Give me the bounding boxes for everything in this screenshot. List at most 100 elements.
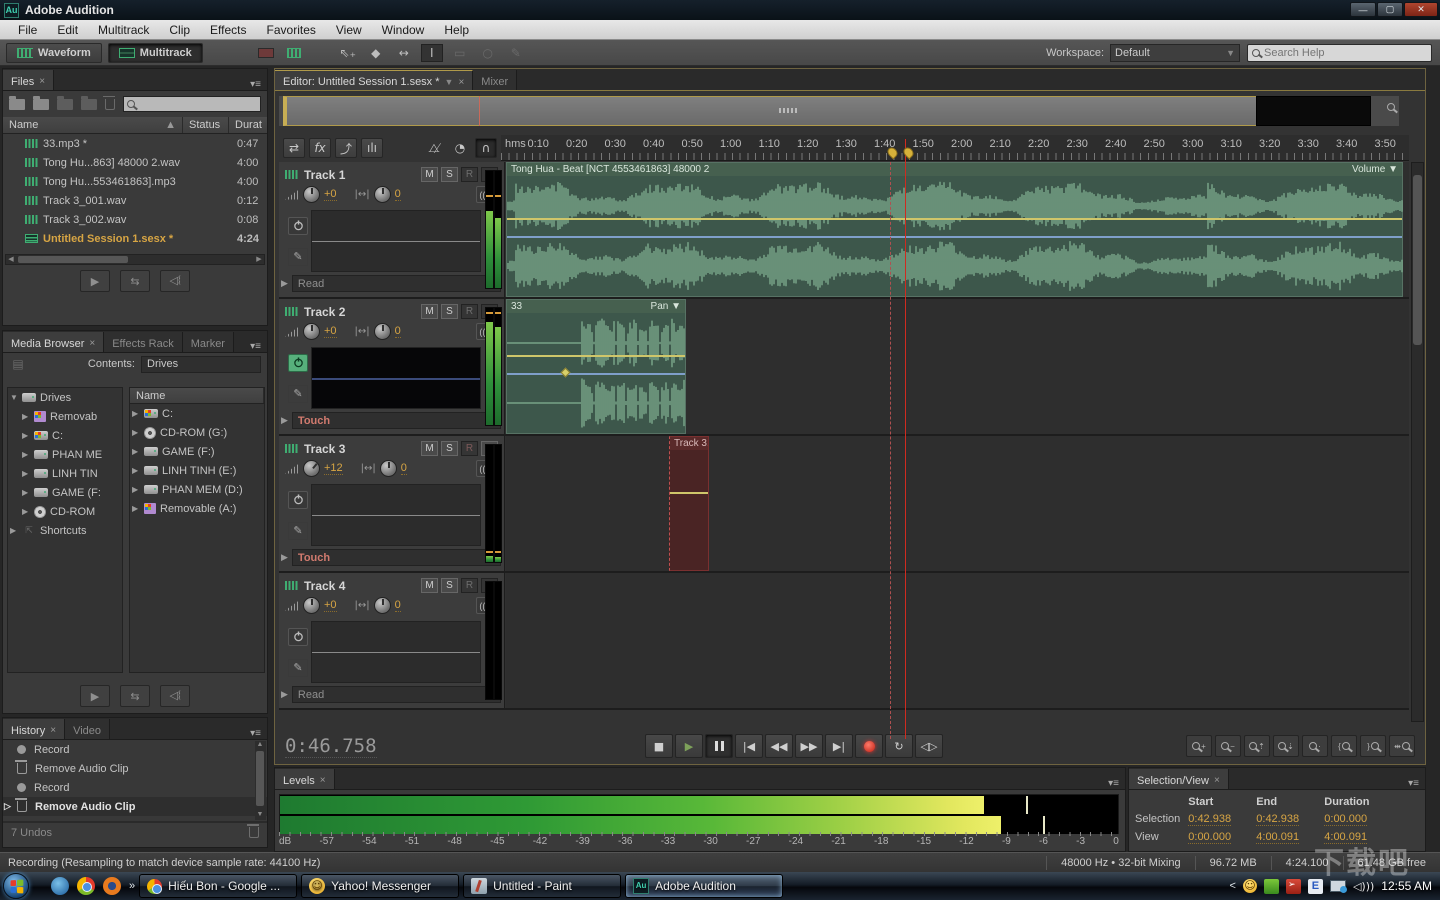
volume-value[interactable]: +0 [324, 599, 337, 612]
pencil-icon[interactable]: ✎ [288, 659, 308, 677]
file-row[interactable]: Tong Hu...553461863].mp34:00 [3, 172, 267, 191]
zoom-to-in-point-button[interactable]: { [1331, 735, 1357, 757]
spectral-display-button[interactable] [255, 44, 277, 62]
pencil-icon[interactable]: ✎ [288, 385, 308, 403]
tab-levels[interactable]: Levels× [275, 769, 335, 789]
timecode-display[interactable]: 0:46.758 [285, 735, 377, 758]
keyboard-icon[interactable]: ▤ [9, 355, 27, 373]
files-column-header[interactable]: Name ▲ Status Durat [3, 117, 267, 134]
volume-knob[interactable] [303, 460, 320, 477]
move-tool-button[interactable]: ⇖₊ [337, 44, 359, 62]
list-item[interactable]: ▶LINH TINH (E:) [130, 461, 264, 480]
files-search-field[interactable] [123, 96, 261, 112]
selection-duration-value[interactable]: 0:00.000 [1324, 810, 1392, 828]
record-arm-button[interactable]: R [461, 167, 478, 182]
search-help-input[interactable] [1264, 47, 1414, 59]
zoom-navigator[interactable] [279, 96, 1399, 126]
snap-magnet-icon[interactable]: ∩ [475, 138, 497, 158]
file-row[interactable]: Track 3_002.wav0:08 [3, 210, 267, 229]
list-item[interactable]: ▶CD-ROM (G:) [130, 423, 264, 442]
zoom-to-selection-button[interactable]: ⇹ [1389, 735, 1415, 757]
skip-to-end-button[interactable]: ▶| [825, 734, 853, 758]
metering-icon[interactable]: ılı [361, 138, 383, 158]
solo-button[interactable]: S [441, 441, 458, 456]
files-hscrollbar[interactable]: ◀ ▶ [5, 254, 265, 265]
loop-preview-button[interactable]: ⇆ [120, 270, 150, 292]
menu-file[interactable]: File [8, 21, 47, 39]
tree-item[interactable]: ▶CD-ROM [8, 502, 122, 521]
waveform-display-button[interactable] [283, 44, 305, 62]
automation-lane[interactable] [311, 484, 481, 546]
pan-value[interactable]: 0 [395, 188, 401, 201]
list-item[interactable]: ▶GAME (F:) [130, 442, 264, 461]
history-item[interactable]: Record [3, 740, 267, 759]
track-order-icon[interactable]: ⇄ [283, 138, 305, 158]
expand-track-icon[interactable]: ▶ [281, 552, 288, 563]
tab-effects-rack[interactable]: Effects Rack [104, 332, 183, 352]
zoom-out-time-button[interactable]: − [1215, 735, 1241, 757]
mute-button[interactable]: M [421, 304, 438, 319]
track-content[interactable]: Track 3... [506, 436, 1409, 571]
automation-lane[interactable] [311, 347, 481, 409]
clear-history-icon[interactable] [249, 827, 259, 838]
volume-envelope[interactable] [507, 355, 685, 357]
skip-selection-button[interactable]: ◁▷ [915, 734, 943, 758]
stop-button[interactable]: ■ [645, 734, 673, 758]
audio-clip[interactable]: Tong Hua - Beat [NCT 4553461863] 48000 2… [506, 162, 1403, 297]
tab-media-browser[interactable]: Media Browser× [3, 332, 104, 352]
power-button[interactable] [288, 491, 308, 509]
clip-envelope-selector[interactable]: Pan ▼ [651, 301, 681, 312]
import-file-icon[interactable] [33, 99, 49, 110]
panel-menu-icon[interactable]: ▾≡ [244, 728, 267, 739]
menu-multitrack[interactable]: Multitrack [88, 21, 159, 39]
close-tab-icon[interactable]: × [39, 76, 45, 87]
track-name[interactable]: Track 4 [304, 579, 345, 593]
skip-to-start-button[interactable]: |◀ [735, 734, 763, 758]
history-item-current[interactable]: Remove Audio Clip [3, 797, 267, 816]
zoom-in-time-button[interactable]: + [1186, 735, 1212, 757]
audio-clip[interactable]: Track 3... [669, 436, 709, 571]
tab-files[interactable]: Files× [3, 70, 54, 90]
trash-icon[interactable] [105, 99, 115, 110]
volume-knob[interactable] [303, 186, 320, 203]
loop-preview-button[interactable]: ⇆ [120, 685, 150, 707]
lasso-tool-button[interactable]: ○ [477, 44, 499, 62]
automation-icon[interactable]: ⤴ [335, 138, 357, 158]
scroll-left-arrow[interactable]: ◀ [6, 255, 16, 264]
brush-tool-button[interactable]: ✎ [505, 44, 527, 62]
quicklaunch-firefox-icon[interactable] [103, 877, 121, 895]
zoom-reset-button[interactable]: · [1302, 735, 1328, 757]
fx-rack-icon[interactable]: fx [309, 138, 331, 158]
pan-envelope[interactable] [507, 373, 685, 375]
slip-tool-button[interactable]: ↔ [393, 44, 415, 62]
automation-lane[interactable] [311, 621, 481, 683]
preview-play-button[interactable]: ▶ [80, 685, 110, 707]
tab-history[interactable]: History× [3, 719, 65, 739]
pan-knob[interactable] [374, 323, 391, 340]
zoom-to-out-point-button[interactable]: } [1360, 735, 1386, 757]
menu-clip[interactable]: Clip [159, 21, 200, 39]
tab-selection-view[interactable]: Selection/View× [1129, 769, 1229, 789]
insert-multitrack-icon[interactable] [81, 99, 97, 110]
workspace-dropdown[interactable]: Default▼ [1110, 44, 1240, 62]
list-item[interactable]: ▶C: [130, 404, 264, 423]
tree-root-drives[interactable]: ▼Drives [8, 388, 122, 407]
taskbar-paint[interactable]: Untitled - Paint [463, 874, 621, 898]
pencil-icon[interactable]: ✎ [288, 522, 308, 540]
close-button[interactable]: ✕ [1404, 2, 1438, 17]
menu-window[interactable]: Window [372, 21, 435, 39]
record-arm-button[interactable]: R [461, 578, 478, 593]
volume-value[interactable]: +0 [324, 188, 337, 201]
fast-forward-button[interactable]: ▶▶ [795, 734, 823, 758]
menu-edit[interactable]: Edit [47, 21, 88, 39]
track-name[interactable]: Track 1 [304, 168, 345, 182]
history-item[interactable]: Remove Audio Clip [3, 759, 267, 778]
waveform-view-button[interactable]: Waveform [6, 43, 102, 63]
volume-value[interactable]: +0 [324, 325, 337, 338]
history-scrollbar[interactable]: ▲▼ [255, 741, 266, 820]
preview-play-button[interactable]: ▶ [80, 270, 110, 292]
mute-button[interactable]: M [421, 167, 438, 182]
view-start-value[interactable]: 0:00.000 [1188, 828, 1256, 846]
pan-knob[interactable] [380, 460, 397, 477]
navigator-vertical-zoom[interactable] [1256, 96, 1371, 126]
